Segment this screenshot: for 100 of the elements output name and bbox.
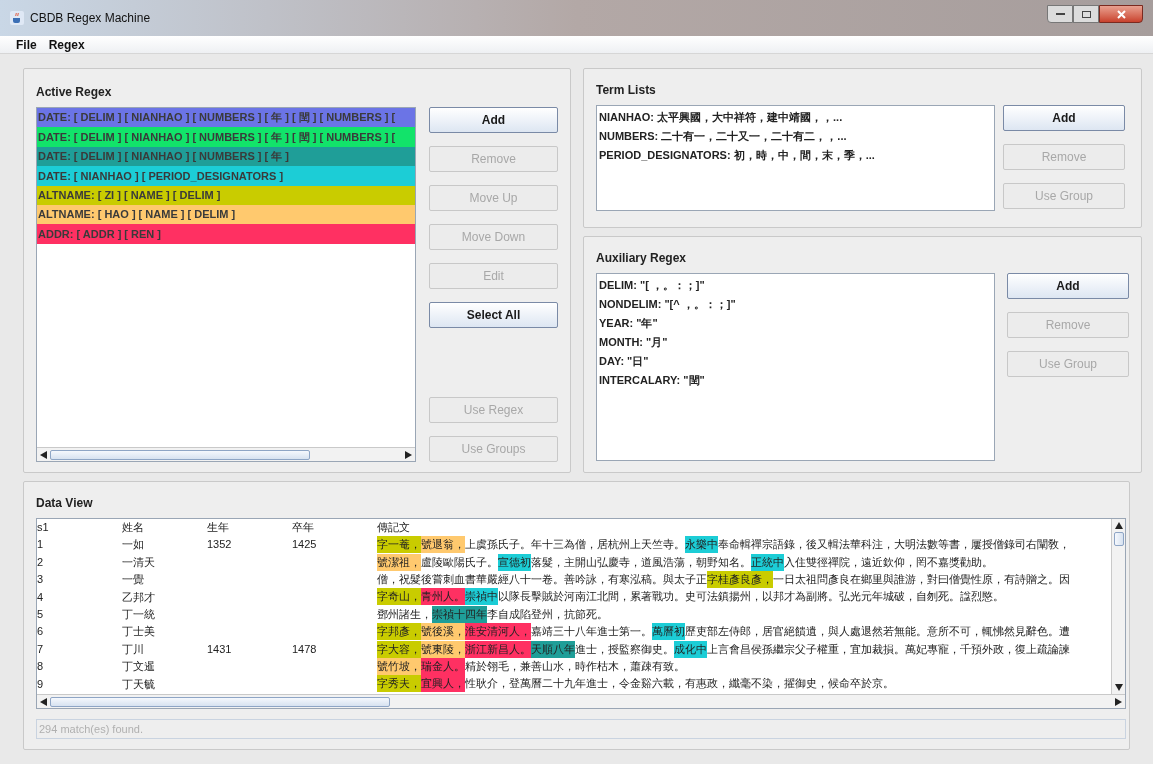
list-item[interactable]: YEAR: "年" [599,314,992,333]
highlighted-match: 崇禎十四年 [432,605,487,623]
minimize-button[interactable] [1047,5,1073,23]
table-cell-text: 丁文暹 [122,659,156,675]
regex-list-item[interactable]: ALTNAME: [ HAO ] [ NAME ] [ DELIM ] [37,204,415,225]
left-arrow-icon[interactable] [40,450,47,459]
list-item[interactable]: NIANHAO: 太平興國，大中祥符，建中靖國，，... [599,108,992,127]
biography-text: 入住雙徑禪院，遠近欽仰，罔不嘉獎勸助。 [784,554,993,570]
table-cell-text: 9 [37,676,45,692]
table-cell-text: 7 [37,641,45,657]
coffee-cup-icon [10,11,24,25]
biography-text: 性耿介，登萬曆二十九年進士，令金谿六載，有惠政，纖毫不染，擢御史，候命卒於京。 [465,676,894,692]
table-cell-text: 1425 [292,537,318,553]
table-cell-text: 8 [37,659,45,675]
action-button[interactable]: Select All [429,302,558,328]
highlighted-match: 號退翁， [421,536,465,554]
list-item[interactable]: DELIM: "[ ，。：；]" [599,276,992,295]
menu-item[interactable]: File [16,35,37,54]
action-button[interactable]: Add [429,107,558,133]
column-header[interactable]: 生年 [207,519,292,536]
list-item[interactable]: NUMBERS: 二十有一，二十又一，二十有二，，... [599,127,992,146]
biography-text: 鄧州諸生， [377,606,432,622]
table-cell-text: 4 [37,589,45,605]
maximize-button[interactable] [1073,5,1099,23]
biography-text: 上言會昌侯孫繼宗父子權重，宜加裁損。萬妃專寵，千預外政，復上疏論諫 [707,641,1070,657]
table-cell-text: 丁川 [122,641,145,657]
panel-title: Data View [36,495,94,512]
biography-text: 僧，祝髮後嘗刺血書華嚴經八十一卷。善吟詠，有寒泓稿。與太子正 [377,571,707,587]
up-arrow-icon[interactable] [1114,522,1123,529]
regex-list-item[interactable]: ALTNAME: [ ZI ] [ NAME ] [ DELIM ] [37,185,415,205]
biography-text: 精於翎毛，兼善山水，時作枯木，蕭疎有致。 [465,658,685,674]
right-arrow-icon[interactable] [405,450,412,459]
highlighted-match: 青州人。 [421,588,465,606]
vertical-scrollbar[interactable] [1111,519,1125,694]
regex-list-item[interactable]: DATE: [ DELIM ] [ NIANHAO ] [ NUMBERS ] [ 年 ] [ 閏 ] [ NUMBERS ] [ [37,127,415,147]
biography-text: 盧陵歐陽氏子。 [421,554,498,570]
highlighted-match: 字奇山， [377,588,421,606]
close-icon [1116,9,1126,19]
column-header[interactable]: 姓名 [122,519,207,536]
table-cell-text: 丁天毓 [122,676,156,692]
highlighted-match: 萬曆初 [652,623,685,641]
highlighted-match: 正統中 [751,553,784,571]
scrollbar-thumb[interactable] [50,696,390,707]
horizontal-scrollbar[interactable] [37,447,415,461]
column-header[interactable]: 卒年 [292,519,377,536]
biography-text: 以隊長擊賊於河南江北間，累著戰功。史可法鎮揚州，以邦才為副將。弘光元年城破，自刎死。諡烈愍。 [498,589,1004,605]
table-cell-text: 乙邦才 [122,589,156,605]
biography-text: 奉命輯禪宗語錄，後又輯法華科注，大明法數等書，屢授僧錄司右闡敎， [718,537,1070,553]
biography-text: 落髮，主開山弘慶寺，道風浩蕩，朝野知名。 [531,554,751,570]
highlighted-match: 字邦彥， [377,623,421,641]
left-arrow-icon[interactable] [40,697,47,706]
biography-text: 一日太祖問彥良在鄉里與誰游，對曰僧覺性原，有詩贈之。因 [773,571,1070,587]
table-cell-text: 丁一統 [122,607,156,622]
panel-title: Active Regex [36,84,113,101]
biography-text: 進士，授監察御史。 [575,641,674,657]
table-cell-text: 一覺 [122,572,145,588]
table-cell-text: 一清天 [122,554,156,570]
table-cell-text: 6 [37,624,45,640]
list-item[interactable]: PERIOD_DESIGNATORS: 初，時，中，間，末，季，... [599,146,992,165]
highlighted-match: 字秀夫， [377,675,421,693]
highlighted-match: 號東陵， [421,640,465,658]
scrollbar-thumb[interactable] [50,449,310,460]
status-text: 294 match(es) found. [39,721,143,737]
highlighted-match: 宜興人， [421,675,465,693]
scrollbar-thumb[interactable] [1113,532,1124,546]
right-arrow-icon[interactable] [1115,697,1122,706]
list-item[interactable]: NONDELIM: "[^ ，。：；]" [599,295,992,314]
menu-item[interactable]: Regex [48,35,85,54]
table-cell-text: 丁士美 [122,624,156,640]
table-cell-text: 2 [37,554,45,570]
column-header[interactable]: s1 [37,519,122,536]
table-cell-text: 3 [37,572,45,588]
table-cell-text: 1 [37,537,45,553]
table-cell-text: 5 [37,607,45,622]
biography-text: 上虞孫氏子。年十三為僧，居杭州上天竺寺。 [465,537,685,553]
list-item[interactable]: DAY: "日" [599,352,992,371]
list-item[interactable]: MONTH: "月" [599,333,992,352]
window-title: CBDB Regex Machine [30,10,151,27]
highlighted-match: 宣德初 [498,553,531,571]
highlighted-match: 號後溪， [421,623,465,641]
panel-title: Term Lists [596,82,657,99]
highlighted-match: 成化中 [674,640,707,658]
column-header[interactable]: 傳記文 [377,519,410,536]
action-button[interactable]: Add [1003,105,1125,131]
close-button[interactable] [1099,5,1143,23]
highlighted-match: 字一菴， [377,536,421,554]
highlighted-match: 淮安清河人， [465,623,531,641]
action-button[interactable]: Add [1007,273,1129,299]
list-item[interactable]: INTERCALARY: "閏" [599,371,992,390]
highlighted-match: 崇禎中 [465,588,498,606]
horizontal-scrollbar[interactable] [37,694,1125,708]
highlighted-match: 浙江新昌人。 [465,640,531,658]
table-cell-text: 1478 [292,641,318,657]
down-arrow-icon[interactable] [1114,684,1123,691]
biography-text: 李自成陷登州，抗節死。 [487,606,608,622]
highlighted-match: 字大容， [377,640,421,658]
biography-text: 嘉靖三十八年進士第一。 [531,624,652,640]
biography-text: 歷吏部左侍郎，居官絕饋遺，與人處退然若無能。意所不可，輒怫然見辭色。遭 [685,624,1070,640]
panel-title: Auxiliary Regex [596,250,688,267]
regex-list-item[interactable]: DATE: [ NIANHAO ] [ PERIOD_DESIGNATORS ] [37,166,415,186]
